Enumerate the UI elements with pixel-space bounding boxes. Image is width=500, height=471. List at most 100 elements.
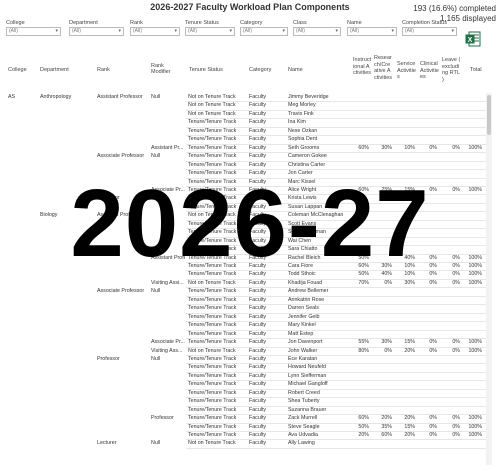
cell-name: Lynn Siefferman <box>288 372 327 379</box>
cell-rank-modifier: Null <box>151 355 161 362</box>
cell-tenure-status: Tenure/Tenure Track <box>188 406 237 413</box>
cell-name: Seth Grooms <box>288 144 320 151</box>
cell-rank-modifier: Assistant Pr... <box>151 144 184 151</box>
header-instructional: Instruct ional A ctivities <box>353 57 372 76</box>
filter-dropdown[interactable]: (All) ▾ <box>6 27 61 36</box>
filter-dropdown[interactable]: (All) ▾ <box>347 27 397 36</box>
cell-rank: Lecturer <box>97 440 117 447</box>
cell-name: Travis Fink <box>288 110 314 117</box>
cell-tenure-status: Tenure/Tenure Track <box>188 296 237 303</box>
cell-tenure-status: Not on Tenure Track <box>188 102 236 109</box>
cell-leave: 0% <box>452 279 460 286</box>
header-leave: Leave ( excludi ng RTL ) <box>442 57 461 83</box>
chevron-down-icon: ▾ <box>55 28 58 34</box>
filter-dropdown[interactable]: (All) ▾ <box>69 27 124 36</box>
cell-leave: 0% <box>452 144 460 151</box>
cell-tenure-status: Tenure/Tenure Track <box>188 423 237 430</box>
cell-name: Cameron Gokee <box>288 153 327 160</box>
filter-value: (All) <box>405 28 414 34</box>
cell-total: 100% <box>468 347 482 354</box>
cell-category: Faculty <box>249 127 267 134</box>
filter-department: Department (All) ▾ <box>69 20 124 36</box>
filter-dropdown[interactable]: (All) ▾ <box>185 27 235 36</box>
cell-name: John Walker <box>288 347 318 354</box>
cell-service: 20% <box>404 415 415 422</box>
chevron-down-icon: ▾ <box>391 28 394 34</box>
filter-dropdown[interactable]: (All) ▾ <box>240 27 288 36</box>
cell-name: Christina Carter <box>288 161 326 168</box>
cell-tenure-status: Tenure/Tenure Track <box>188 322 237 329</box>
cell-tenure-status: Tenure/Tenure Track <box>188 144 237 151</box>
cell-category: Faculty <box>249 313 267 320</box>
excel-export-icon[interactable]: X <box>465 31 481 47</box>
cell-name: Meg Morley <box>288 102 316 109</box>
cell-category: Faculty <box>249 415 267 422</box>
cell-category: Faculty <box>249 102 267 109</box>
cell-category: Faculty <box>249 322 267 329</box>
cell-name: Khadija Fouad <box>288 279 323 286</box>
row-divider <box>186 447 486 449</box>
cell-tenure-status: Tenure/Tenure Track <box>188 161 237 168</box>
cell-category: Faculty <box>249 423 267 430</box>
cell-category: Faculty <box>249 279 267 286</box>
cell-service: 20% <box>404 347 415 354</box>
cell-instructional: 20% <box>358 432 369 438</box>
chevron-down-icon: ▾ <box>174 28 177 34</box>
cell-rank: Assistant Professor <box>97 94 143 100</box>
filter-value: (All) <box>350 28 359 34</box>
cell-category: Faculty <box>249 288 267 295</box>
header-research: Resear ch/Cre ative A ctivities <box>374 55 393 81</box>
cell-name: Ina Kim <box>288 119 306 126</box>
cell-category: Faculty <box>249 440 267 447</box>
filter-category: Category (All) ▾ <box>240 20 288 36</box>
cell-tenure-status: Tenure/Tenure Track <box>188 153 237 160</box>
cell-research: 20% <box>381 415 392 422</box>
cell-name: Nese Ozkan <box>288 127 318 134</box>
cell-clinical: 0% <box>429 423 437 430</box>
cell-research: 30% <box>381 339 392 346</box>
cell-category: Faculty <box>249 144 267 151</box>
cell-category: Faculty <box>249 153 267 160</box>
scrollbar-thumb[interactable] <box>487 95 491 135</box>
header-clinical: Clinical Activitie es <box>420 61 439 80</box>
cell-tenure-status: Not on Tenure Track <box>188 347 236 354</box>
filter-dropdown[interactable]: (All) ▾ <box>293 27 341 36</box>
cell-service: 20% <box>404 432 415 438</box>
cell-category: Faculty <box>249 330 267 337</box>
cell-name: Mary Kinkel <box>288 322 316 329</box>
cell-service: 15% <box>404 339 415 346</box>
cell-research: 0% <box>384 279 392 286</box>
cell-tenure-status: Tenure/Tenure Track <box>188 398 237 405</box>
cell-rank-modifier: Associate Pr... <box>151 339 185 346</box>
cell-rank-modifier: Null <box>151 94 161 100</box>
cell-category: Faculty <box>249 355 267 362</box>
filter-value: (All) <box>296 28 305 34</box>
cell-category: Faculty <box>249 432 267 438</box>
cell-tenure-status: Tenure/Tenure Track <box>188 381 237 388</box>
filter-label: Category <box>240 20 263 26</box>
chevron-down-icon: ▾ <box>335 28 338 34</box>
filter-dropdown[interactable]: (All) ▾ <box>402 27 457 36</box>
vertical-scrollbar[interactable] <box>486 93 492 465</box>
svg-text:X: X <box>468 37 473 44</box>
filter-label: Department <box>69 20 98 26</box>
cell-instructional: 70% <box>358 279 369 286</box>
cell-category: Faculty <box>249 296 267 303</box>
cell-tenure-status: Tenure/Tenure Track <box>188 415 237 422</box>
cell-name: Suzanna Brauer <box>288 406 327 413</box>
cell-college: AS <box>8 94 16 100</box>
filter-label: College <box>6 20 25 26</box>
cell-category: Faculty <box>249 94 267 100</box>
cell-category: Faculty <box>249 406 267 413</box>
header-service: Service Activitie s <box>397 61 416 80</box>
chevron-down-icon: ▾ <box>118 28 121 34</box>
cell-total: 100% <box>468 423 482 430</box>
filter-value: (All) <box>133 28 142 34</box>
filter-completion-status: Completion Status (All) ▾ <box>402 20 457 36</box>
cell-service: 30% <box>404 279 415 286</box>
filter-label: Tenure Status <box>185 20 219 26</box>
filter-dropdown[interactable]: (All) ▾ <box>130 27 180 36</box>
chevron-down-icon: ▾ <box>282 28 285 34</box>
cell-leave: 0% <box>452 415 460 422</box>
year-watermark: 2026-27 <box>70 170 430 277</box>
